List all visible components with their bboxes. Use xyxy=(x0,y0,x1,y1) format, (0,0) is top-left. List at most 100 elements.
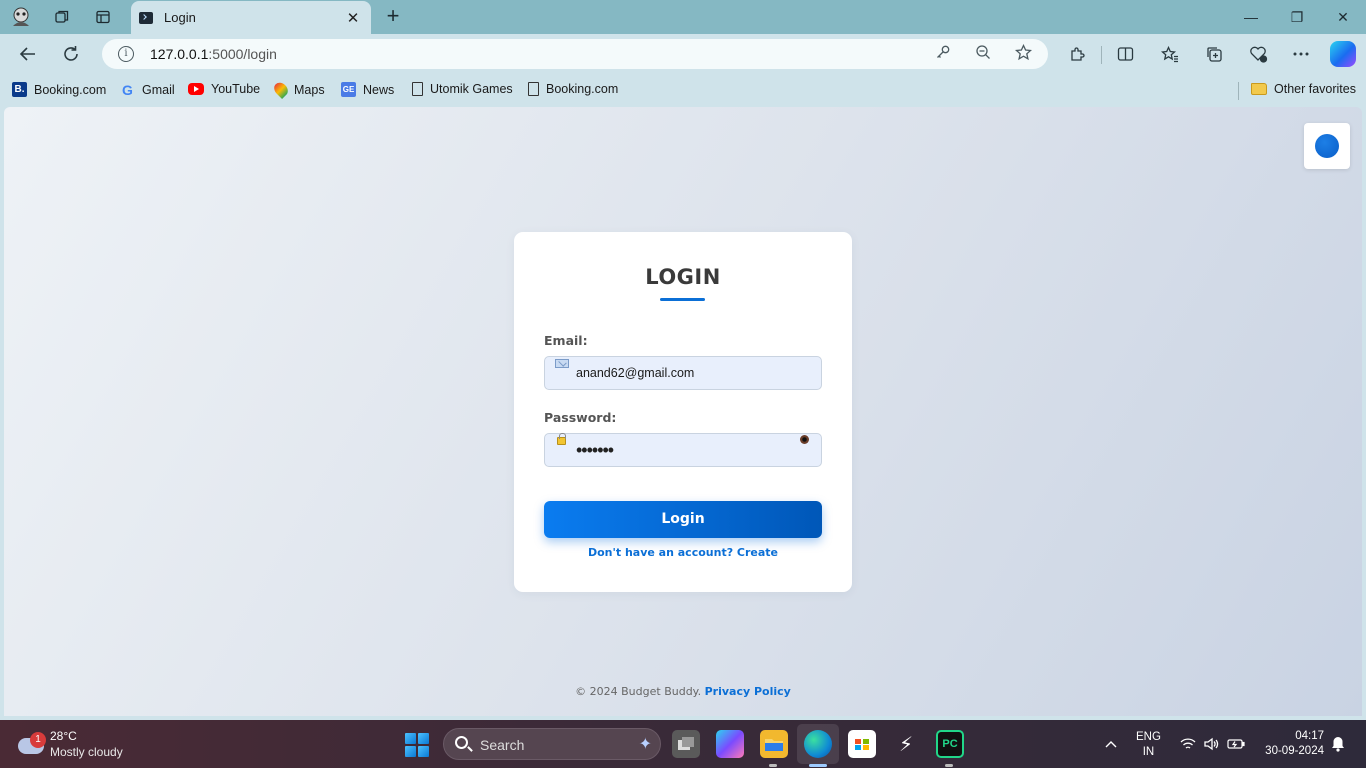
search-label: Search xyxy=(480,737,525,753)
volume-icon[interactable] xyxy=(1203,720,1219,768)
search-icon xyxy=(455,736,468,749)
login-button[interactable]: Login xyxy=(544,501,822,538)
page-icon xyxy=(528,82,539,96)
booking-icon: B. xyxy=(12,82,27,97)
favorite-maps[interactable]: Maps xyxy=(271,79,325,100)
system-clock[interactable]: 04:17 30-09-2024 xyxy=(1258,729,1324,759)
refresh-button[interactable] xyxy=(56,40,86,68)
weather-widget[interactable]: 1 28°C Mostly cloudy xyxy=(14,726,164,762)
favorite-label: Utomik Games xyxy=(430,82,513,96)
create-account-link[interactable]: Don't have an account? Create xyxy=(514,546,852,559)
language-indicator[interactable]: ENG IN xyxy=(1136,730,1161,760)
restore-button[interactable]: ❐ xyxy=(1274,0,1320,34)
windows-logo-pane xyxy=(418,746,429,757)
youtube-icon xyxy=(188,83,204,95)
copilot-app-icon[interactable] xyxy=(716,730,744,758)
folder-icon xyxy=(1251,83,1267,95)
start-button[interactable] xyxy=(405,733,429,757)
news-icon: GE xyxy=(341,82,356,97)
weather-description: Mostly cloudy xyxy=(50,745,123,759)
site-info-icon[interactable]: i xyxy=(118,46,134,62)
favorite-label: YouTube xyxy=(211,82,261,96)
minimize-button[interactable]: — xyxy=(1228,0,1274,34)
extensions-icon[interactable] xyxy=(1064,42,1090,66)
privacy-policy-link[interactable]: Privacy Policy xyxy=(705,685,791,698)
split-screen-icon[interactable] xyxy=(1112,42,1138,66)
theme-toggle-button[interactable] xyxy=(1304,123,1350,169)
favorite-label: Maps xyxy=(294,82,325,97)
login-card: LOGIN Email: anand62@gmail.com Password:… xyxy=(514,232,852,592)
weather-temperature: 28°C xyxy=(50,729,77,743)
show-password-icon[interactable] xyxy=(800,435,809,444)
favorite-booking-page[interactable]: Booking.com xyxy=(528,82,618,96)
favorite-booking[interactable]: B. Booking.com xyxy=(12,82,106,97)
language-code: ENG xyxy=(1136,731,1161,743)
favorites-icon[interactable] xyxy=(1157,42,1183,66)
back-button[interactable] xyxy=(13,40,43,68)
favorite-label: News xyxy=(363,82,395,97)
favorite-label: Booking.com xyxy=(34,82,107,97)
taskbar: 1 28°C Mostly cloudy Search ✦ ⚡ PC ENG I… xyxy=(0,720,1366,768)
tab-login[interactable]: Login ✕ xyxy=(131,1,371,34)
edge-browser-icon[interactable] xyxy=(804,730,832,758)
toolbar-divider xyxy=(1101,46,1102,64)
copilot-icon[interactable] xyxy=(1330,41,1356,67)
favorite-news[interactable]: GE News xyxy=(341,82,394,97)
maps-icon xyxy=(271,79,291,100)
close-window-button[interactable]: ✕ xyxy=(1320,0,1366,34)
notification-bell-icon[interactable] xyxy=(1331,720,1345,768)
wifi-icon[interactable] xyxy=(1180,720,1196,768)
battery-icon[interactable] xyxy=(1227,720,1245,768)
url-text[interactable]: 127.0.0.1:5000/login xyxy=(150,46,277,62)
lock-icon xyxy=(557,433,566,445)
favorite-gmail[interactable]: G Gmail xyxy=(120,82,175,98)
favorite-utomik[interactable]: Utomik Games xyxy=(412,82,513,96)
workspaces-icon[interactable] xyxy=(49,5,75,29)
favorite-star-icon[interactable] xyxy=(1012,43,1034,64)
page-footer: © 2024 Budget Buddy. Privacy Policy xyxy=(4,685,1362,698)
favorite-youtube[interactable]: YouTube xyxy=(188,82,260,96)
password-label: Password: xyxy=(544,410,617,425)
email-label: Email: xyxy=(544,333,588,348)
region-code: IN xyxy=(1142,746,1155,758)
password-field[interactable]: ••••••• xyxy=(544,433,822,467)
windows-logo-pane xyxy=(405,746,416,757)
file-explorer-icon[interactable] xyxy=(760,730,788,758)
notification-badge: 1 xyxy=(30,732,46,748)
collections-icon[interactable] xyxy=(1201,42,1227,66)
browser-essentials-icon[interactable] xyxy=(1245,42,1271,66)
url-host: 127.0.0.1 xyxy=(150,46,209,62)
other-favorites[interactable]: Other favorites xyxy=(1251,82,1356,96)
microsoft-store-icon[interactable] xyxy=(848,730,876,758)
page-viewport: LOGIN Email: anand62@gmail.com Password:… xyxy=(4,107,1362,716)
title-bar: Login ✕ + — ❐ ✕ xyxy=(0,0,1366,34)
running-indicator xyxy=(769,764,777,767)
more-menu-icon[interactable] xyxy=(1288,42,1314,66)
running-indicator xyxy=(945,764,953,767)
password-key-icon[interactable] xyxy=(932,44,954,64)
terminal-icon xyxy=(139,11,153,24)
new-tab-button[interactable]: + xyxy=(380,5,406,29)
close-tab-icon[interactable]: ✕ xyxy=(345,9,361,27)
zoom-out-icon[interactable] xyxy=(972,44,994,64)
task-view-icon[interactable] xyxy=(672,730,700,758)
cursor-app-icon[interactable]: ⚡ xyxy=(892,730,920,758)
tab-actions-icon[interactable] xyxy=(90,5,116,29)
copyright-text: © 2024 Budget Buddy. xyxy=(575,685,702,698)
email-field[interactable]: anand62@gmail.com xyxy=(544,356,822,390)
address-bar[interactable]: i 127.0.0.1:5000/login xyxy=(102,39,1048,69)
favorite-label: Gmail xyxy=(142,82,175,97)
show-hidden-icons[interactable] xyxy=(1104,720,1118,768)
password-value: ••••••• xyxy=(576,440,614,460)
pycharm-icon[interactable]: PC xyxy=(936,730,964,758)
favorite-label: Booking.com xyxy=(546,82,619,96)
taskbar-search[interactable]: Search ✦ xyxy=(443,728,661,760)
other-favorites-label: Other favorites xyxy=(1274,82,1356,96)
profile-avatar-icon[interactable] xyxy=(8,5,34,29)
envelope-icon xyxy=(555,359,569,368)
favorites-divider xyxy=(1238,82,1239,100)
windows-logo-pane xyxy=(405,733,416,744)
navigation-bar: i 127.0.0.1:5000/login xyxy=(0,34,1366,74)
theme-dot-icon xyxy=(1315,134,1339,158)
active-indicator xyxy=(809,764,827,767)
